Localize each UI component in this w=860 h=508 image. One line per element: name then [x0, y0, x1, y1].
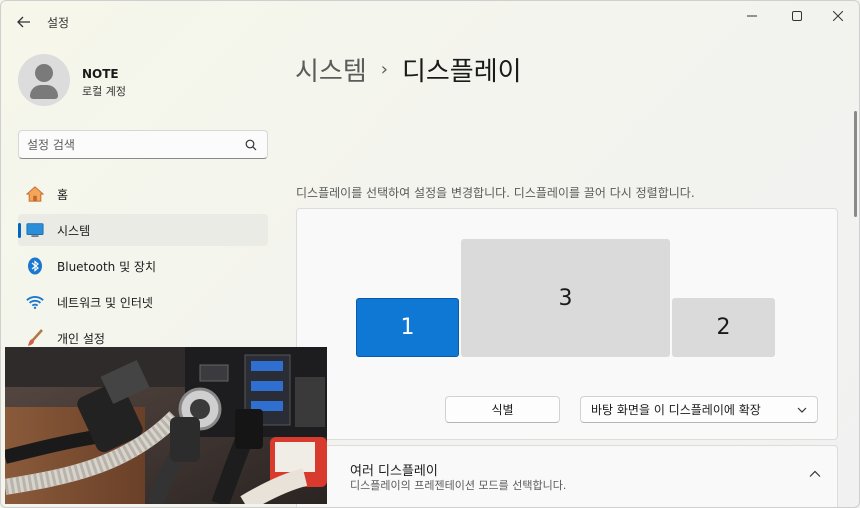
- sidebar-item-label: 개인 설정: [57, 332, 105, 346]
- maximize-button[interactable]: [777, 1, 817, 31]
- monitor-1[interactable]: 1: [356, 298, 459, 357]
- close-icon: [833, 11, 843, 21]
- home-icon: [26, 185, 44, 203]
- scrollbar[interactable]: [854, 111, 857, 217]
- avatar-head: [35, 64, 53, 82]
- back-button[interactable]: [11, 9, 37, 35]
- sidebar-item-label: 시스템: [57, 224, 91, 238]
- breadcrumb-parent[interactable]: 시스템: [295, 51, 367, 88]
- sidebar-item-system[interactable]: 시스템: [18, 214, 268, 246]
- multiple-displays-subtitle: 디스플레이의 프레젠테이션 모드를 선택합니다.: [350, 479, 567, 492]
- settings-window: 설정 NOTE 로컬 계정 홈: [0, 0, 860, 508]
- search-input[interactable]: [27, 136, 237, 154]
- sidebar-item-home[interactable]: 홈: [18, 178, 268, 210]
- avatar[interactable]: [18, 54, 70, 106]
- account-name: NOTE: [82, 67, 119, 81]
- app-title: 설정: [47, 16, 70, 30]
- page-title: 디스플레이: [401, 57, 522, 87]
- cable-photo: [5, 347, 327, 504]
- sidebar-item-network[interactable]: 네트워크 및 인터넷: [18, 286, 268, 318]
- monitor-3[interactable]: 3: [461, 239, 670, 357]
- search-box[interactable]: [18, 130, 268, 159]
- chevron-up-icon[interactable]: [809, 470, 821, 478]
- display-mode-dropdown[interactable]: 바탕 화면을 이 디스플레이에 확장: [580, 396, 818, 423]
- breadcrumb-separator: ›: [380, 59, 388, 80]
- cable-photo-image: [5, 347, 327, 504]
- sidebar-item-label: Bluetooth 및 장치: [57, 260, 157, 274]
- title-bar: 설정: [1, 1, 859, 43]
- minimize-icon: [747, 15, 757, 17]
- minimize-button[interactable]: [732, 1, 772, 31]
- account-type: 로컬 계정: [82, 85, 126, 98]
- maximize-icon: [792, 11, 802, 21]
- active-indicator: [18, 223, 21, 238]
- chevron-down-icon: [797, 407, 807, 413]
- sidebar-item-label: 네트워크 및 인터넷: [57, 296, 153, 310]
- monitor-2[interactable]: 2: [672, 298, 775, 357]
- display-description: 디스플레이를 선택하여 설정을 변경합니다. 디스플레이를 끌어 다시 정렬합니…: [296, 186, 695, 200]
- sidebar-item-label: 홈: [57, 188, 69, 202]
- wifi-icon: [26, 293, 44, 311]
- display-arrangement-panel: 1 3 2 식별 바탕 화면을 이 디스플레이에 확장: [296, 208, 838, 440]
- sidebar-item-bluetooth[interactable]: Bluetooth 및 장치: [18, 250, 268, 282]
- search-icon[interactable]: [245, 139, 257, 151]
- avatar-body: [30, 85, 58, 99]
- bluetooth-icon: [26, 257, 44, 275]
- back-arrow-icon: [17, 16, 30, 28]
- close-button[interactable]: [818, 1, 858, 31]
- brush-icon: [26, 329, 44, 347]
- identify-button[interactable]: 식별: [445, 396, 560, 423]
- display-mode-value: 바탕 화면을 이 디스플레이에 확장: [591, 403, 761, 417]
- breadcrumb: 시스템 › 디스플레이: [295, 51, 522, 88]
- multiple-displays-section[interactable]: 여러 디스플레이 디스플레이의 프레젠테이션 모드를 선택합니다.: [296, 445, 838, 507]
- system-icon: [26, 221, 44, 239]
